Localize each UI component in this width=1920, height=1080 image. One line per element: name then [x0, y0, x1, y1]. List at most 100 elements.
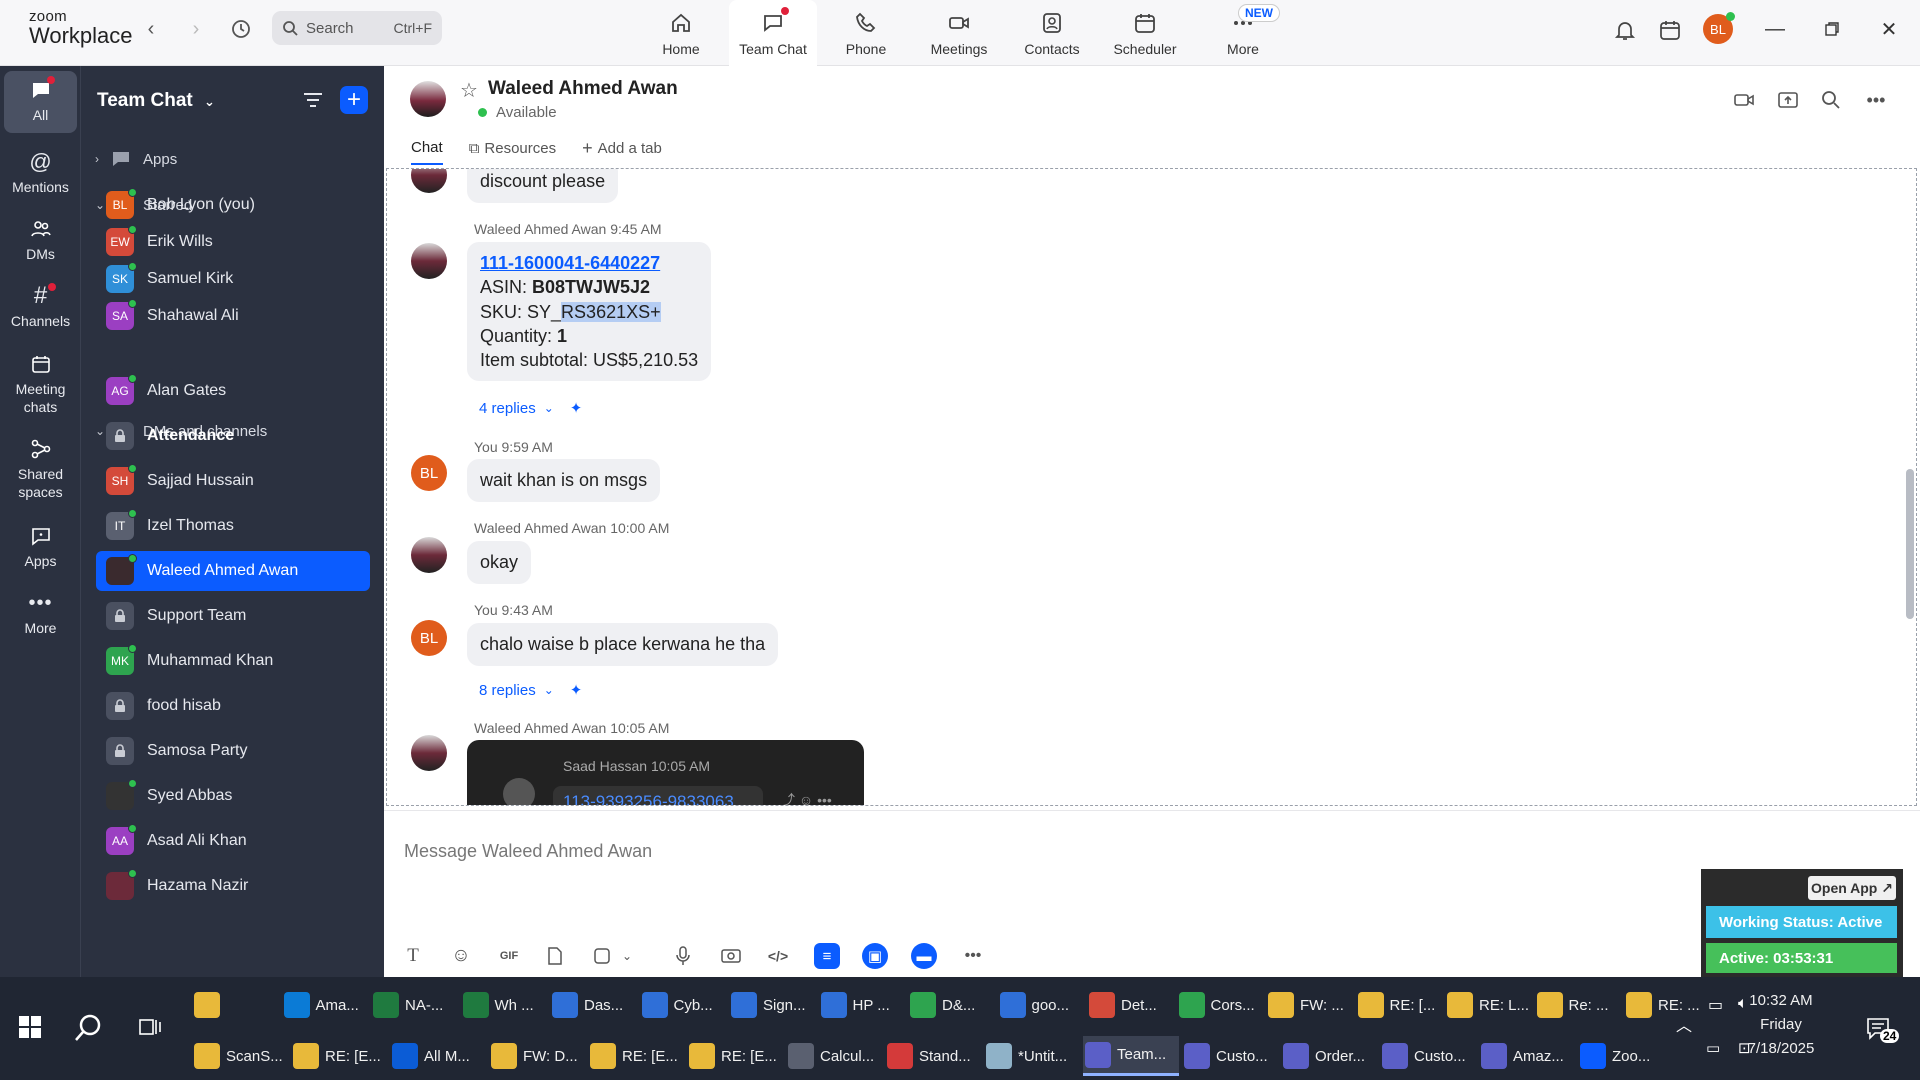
sidebar-item-hazama-nazir[interactable]: Hazama Nazir — [96, 866, 370, 906]
taskbar-app[interactable]: Das... — [550, 985, 646, 1025]
bell-icon[interactable] — [1611, 16, 1639, 44]
taskbar-app[interactable]: Stand... — [885, 1036, 981, 1076]
sidebar-item-izel-thomas[interactable]: IT Izel Thomas — [96, 506, 370, 546]
taskbar-app[interactable]: D&... — [908, 985, 1004, 1025]
message-bubble[interactable]: discount please — [467, 169, 619, 204]
taskbar-app[interactable]: Amaz... — [1479, 1036, 1575, 1076]
composer-placeholder[interactable]: Message Waleed Ahmed Awan — [404, 841, 652, 862]
search-input[interactable]: Search Ctrl+F — [272, 11, 442, 45]
taskbar-app[interactable]: Cyb... — [640, 985, 736, 1025]
taskbar-search-icon[interactable] — [74, 1013, 106, 1045]
rail-dms[interactable]: DMs — [4, 216, 77, 264]
taskbar-app[interactable]: RE: [... — [1356, 985, 1452, 1025]
rail-mentions[interactable]: @ Mentions — [4, 149, 77, 197]
nav-phone[interactable]: Phone — [822, 0, 910, 66]
rail-shared-spaces[interactable]: Shared spaces — [4, 436, 77, 501]
rail-channels[interactable]: # Channels — [4, 282, 77, 331]
chevron-up-icon[interactable]: ︿ — [1676, 1012, 1692, 1036]
sidebar-item-food-hisab[interactable]: food hisab — [96, 686, 370, 726]
battery-icon[interactable]: ▭ — [1708, 995, 1723, 1015]
taskbar-app[interactable]: All M... — [390, 1036, 486, 1076]
taskbar-app[interactable]: Det... — [1087, 985, 1183, 1025]
sender-avatar[interactable]: BL — [411, 455, 447, 491]
screenshot-icon[interactable] — [589, 943, 615, 969]
taskbar-app[interactable]: Team... — [1083, 1036, 1179, 1076]
sidebar-title[interactable]: Team Chat ⌄ — [97, 90, 215, 112]
taskbar-app[interactable]: Wh ... — [461, 985, 557, 1025]
tab-resources[interactable]: ⧉ Resources — [469, 138, 556, 165]
message-bubble[interactable]: okay — [467, 541, 532, 585]
sender-avatar[interactable] — [411, 537, 447, 573]
nav-home[interactable]: Home — [637, 0, 725, 66]
sender-avatar[interactable] — [411, 169, 447, 193]
taskbar-app[interactable]: RE: [E... — [687, 1036, 783, 1076]
taskbar-app[interactable]: ScanS... — [192, 1036, 288, 1076]
sidebar-item-sajjad-hussain[interactable]: SH Sajjad Hussain — [96, 461, 370, 501]
taskbar-app[interactable]: Ama... — [282, 985, 378, 1025]
notification-center-icon[interactable]: 24 — [1866, 1017, 1900, 1047]
scrollbar-thumb[interactable] — [1906, 469, 1914, 619]
taskbar-app[interactable]: *Untit... — [984, 1036, 1080, 1076]
taskbar-app[interactable]: RE: ... — [1624, 985, 1720, 1025]
more-tools-icon[interactable]: ••• — [960, 943, 986, 969]
taskbar-app[interactable]: Zoo... — [1578, 1036, 1674, 1076]
taskbar-app[interactable]: RE: [E... — [291, 1036, 387, 1076]
message-composer[interactable]: Message Waleed Ahmed Awan T ☺ GIF ⌄ </> … — [384, 810, 1920, 977]
sidebar-item-asad-ali-khan[interactable]: AA Asad Ali Khan — [96, 821, 370, 861]
app-integration-icon[interactable]: ≡ — [814, 943, 840, 969]
section-apps[interactable]: › Apps — [95, 149, 177, 169]
open-app-button[interactable]: Open App ↗ — [1808, 876, 1896, 900]
sidebar-item-shahawal-ali[interactable]: SA Shahawal Ali — [96, 296, 370, 336]
forwarded-message[interactable]: Saad Hassan 10:05 AM 113-9393256-9833063… — [467, 740, 864, 805]
sparkle-icon[interactable]: ✦ — [570, 681, 583, 699]
sender-avatar[interactable]: BL — [411, 620, 447, 656]
sender-avatar[interactable] — [411, 243, 447, 279]
taskbar-app[interactable]: FW: ... — [1266, 985, 1362, 1025]
close-icon[interactable]: ✕ — [1869, 14, 1909, 44]
calendar-today-icon[interactable] — [1656, 16, 1684, 44]
sidebar-item-syed-abbas[interactable]: Syed Abbas — [96, 776, 370, 816]
rail-apps[interactable]: Apps — [4, 523, 77, 571]
message-list[interactable]: discount please Waleed Ahmed Awan 9:45 A… — [386, 168, 1917, 806]
windows-start-icon[interactable] — [18, 1015, 44, 1041]
restore-icon[interactable] — [1812, 14, 1852, 44]
filter-icon[interactable] — [301, 88, 327, 114]
taskbar-app[interactable]: RE: [E... — [588, 1036, 684, 1076]
gif-icon[interactable]: GIF — [496, 943, 522, 969]
taskbar-app[interactable]: Order... — [1281, 1036, 1377, 1076]
history-icon[interactable] — [229, 17, 253, 41]
sidebar-item-samosa-party[interactable]: Samosa Party — [96, 731, 370, 771]
app-integration-icon[interactable]: ▣ — [862, 943, 888, 969]
message-bubble[interactable]: chalo waise b place kerwana he tha — [467, 623, 779, 667]
taskbar-app[interactable]: Custo... — [1182, 1036, 1278, 1076]
forwarded-link[interactable]: 113-9393256-9833063 — [553, 786, 763, 805]
nav-team-chat[interactable]: Team Chat — [729, 0, 817, 66]
taskbar-app[interactable]: Calcul... — [786, 1036, 882, 1076]
star-outline-icon[interactable]: ☆ — [460, 78, 478, 103]
message-bubble[interactable]: 111-1600041-6440227 ASIN: B08TWJW5J2 SKU… — [467, 242, 712, 382]
back-icon[interactable]: ‹ — [139, 17, 163, 41]
replies-button[interactable]: 8 replies ⌄ ✦ — [479, 681, 583, 700]
task-view-icon[interactable] — [138, 1015, 164, 1041]
nav-meetings[interactable]: Meetings — [915, 0, 1003, 66]
network-icon[interactable]: ▭ — [1706, 1039, 1720, 1057]
taskbar-app[interactable] — [192, 985, 288, 1025]
message-actions-icons[interactable]: ⤴ ☺ ••• — [781, 790, 832, 805]
nav-scheduler[interactable]: Scheduler — [1101, 0, 1189, 66]
rail-more[interactable]: ••• More — [4, 590, 77, 638]
taskbar-app[interactable]: NA-... — [371, 985, 467, 1025]
chevron-down-icon[interactable]: ⌄ — [614, 943, 640, 969]
share-screen-icon[interactable] — [1774, 86, 1802, 114]
taskbar-app[interactable]: Re: ... — [1535, 985, 1631, 1025]
sidebar-item-erik-wills[interactable]: EW Erik Wills — [96, 222, 370, 262]
video-message-icon[interactable] — [718, 943, 744, 969]
emoji-icon[interactable]: ☺ — [448, 943, 474, 969]
file-icon[interactable] — [542, 943, 568, 969]
taskbar-app[interactable]: Cors... — [1177, 985, 1273, 1025]
contact-avatar[interactable] — [410, 81, 446, 117]
more-options-icon[interactable]: ••• — [1862, 86, 1890, 114]
sidebar-item-attendance[interactable]: Attendance — [96, 416, 370, 456]
sidebar-item-waleed-ahmed-awan[interactable]: Waleed Ahmed Awan — [96, 551, 370, 591]
sidebar-item-alan-gates[interactable]: AG Alan Gates — [96, 371, 370, 411]
forward-icon[interactable]: › — [184, 17, 208, 41]
